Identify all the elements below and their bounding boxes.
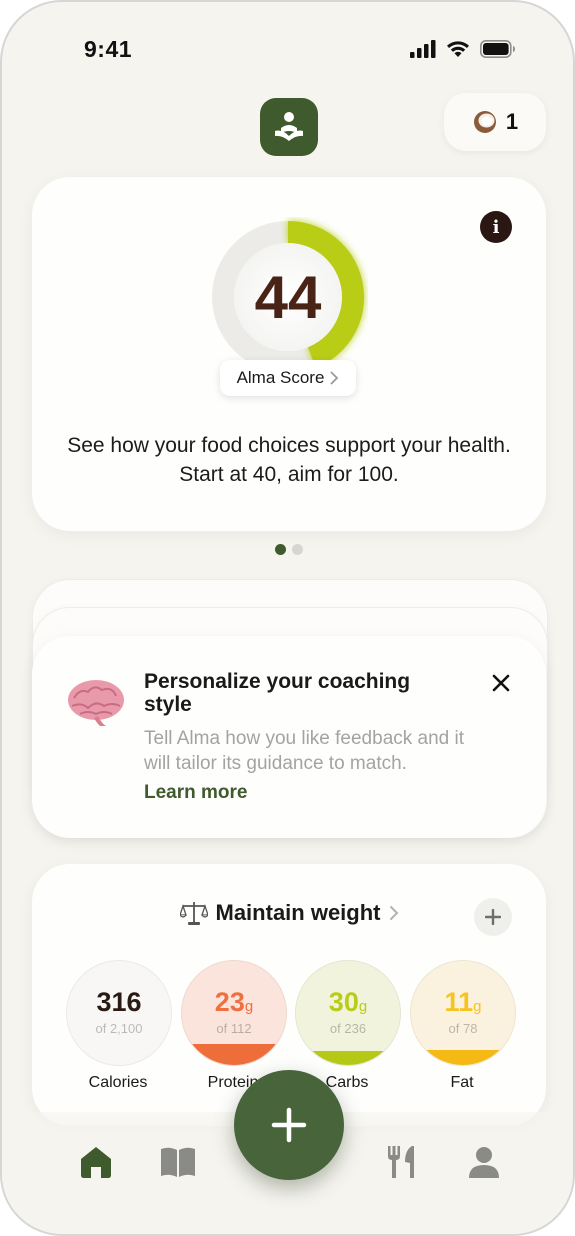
- macro-protein-value: 23g: [214, 987, 254, 1017]
- coaching-style-card[interactable]: Personalize your coaching style Tell Alm…: [32, 636, 546, 838]
- battery-icon: [480, 40, 515, 58]
- coaching-body: Tell Alma how you like feedback and it w…: [144, 728, 465, 774]
- wifi-icon: [447, 41, 469, 57]
- learn-more-link[interactable]: Learn more: [144, 782, 247, 804]
- score-ring: 44: [208, 217, 368, 377]
- macro-carbs-fill: [296, 1051, 400, 1065]
- tab-profile[interactable]: [464, 1142, 504, 1182]
- pager-dot-2[interactable]: [292, 544, 303, 555]
- tab-home[interactable]: [76, 1142, 116, 1182]
- score-value: 44: [254, 263, 322, 331]
- pager-dot-1[interactable]: [275, 544, 286, 555]
- signal-icon: [410, 40, 436, 58]
- macro-carbs-value: 30g: [328, 987, 368, 1017]
- score-description: See how your food choices support your h…: [67, 434, 511, 486]
- plus-icon: [485, 909, 501, 925]
- macro-calories-value: 316: [96, 987, 142, 1017]
- home-icon: [81, 1147, 111, 1178]
- person-icon: [469, 1147, 499, 1178]
- macro-calories-label: Calories: [88, 1074, 148, 1091]
- coconut-icon: [473, 111, 496, 133]
- coaching-title: Personalize your coaching style: [144, 670, 411, 716]
- alma-logo: [260, 98, 318, 156]
- macro-protein-ring[interactable]: 23g of 112: [181, 960, 287, 1066]
- fork-knife-icon: [388, 1146, 414, 1178]
- macro-fat-target: of 78: [448, 1021, 478, 1036]
- tab-learn[interactable]: [158, 1142, 198, 1182]
- add-goal-button[interactable]: [474, 898, 512, 936]
- status-icons: [410, 40, 516, 58]
- close-icon[interactable]: [488, 670, 514, 696]
- book-icon: [161, 1147, 195, 1177]
- macro-carbs-ring[interactable]: 30g of 236: [295, 960, 401, 1066]
- chevron-right-icon: [389, 906, 398, 920]
- add-meal-button[interactable]: [234, 1070, 344, 1180]
- chevron-right-icon: [331, 371, 339, 385]
- scale-icon: [179, 902, 208, 925]
- brain-icon: [68, 680, 124, 726]
- tab-meals[interactable]: [382, 1142, 422, 1182]
- pager-dots[interactable]: [275, 544, 303, 555]
- macro-fat-ring[interactable]: 11g of 78: [410, 960, 516, 1066]
- macro-carbs-target: of 236: [329, 1021, 367, 1036]
- plus-icon: [271, 1107, 307, 1143]
- macro-calories-target: of 2,100: [95, 1021, 143, 1036]
- coin-count: 1: [505, 109, 519, 134]
- goal-selector[interactable]: Maintain weight: [32, 900, 546, 926]
- alma-score-button[interactable]: Alma Score: [220, 360, 356, 396]
- macro-calories-ring[interactable]: 316 of 2,100: [66, 960, 172, 1066]
- phone-frame: 9:41 1 i 44 Alma Score See how your food…: [0, 0, 575, 1236]
- goal-label: Maintain weight: [215, 900, 381, 925]
- alma-score-card[interactable]: i 44 Alma Score See how your food choice…: [32, 177, 546, 531]
- alma-logo-icon: [275, 112, 303, 141]
- macro-protein-target: of 112: [216, 1021, 252, 1036]
- macro-fat-fill: [411, 1050, 515, 1065]
- macro-fat-label: Fat: [450, 1074, 474, 1091]
- info-icon[interactable]: i: [480, 211, 512, 243]
- coin-counter[interactable]: 1: [444, 93, 546, 151]
- macro-protein-fill: [182, 1044, 286, 1065]
- macro-fat-value: 11g: [444, 987, 482, 1017]
- alma-score-label: Alma Score: [236, 368, 325, 387]
- status-time: 9:41: [84, 36, 133, 62]
